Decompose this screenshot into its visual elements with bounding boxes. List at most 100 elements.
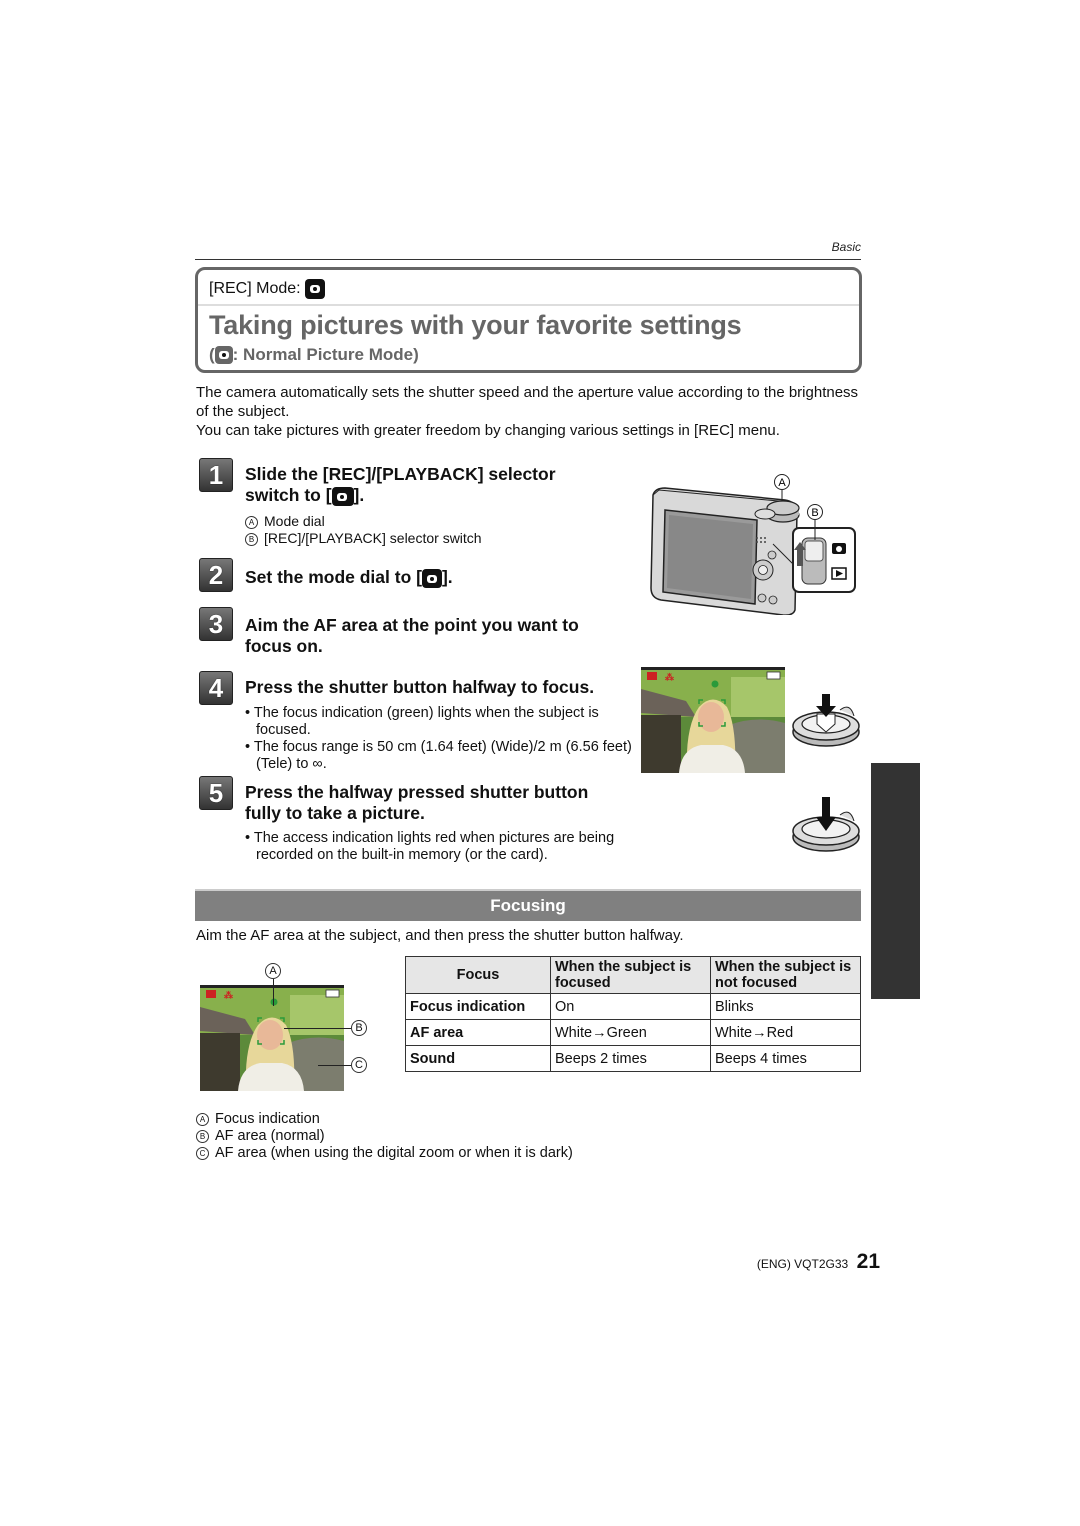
table-cell: Focus indication bbox=[405, 993, 551, 1020]
step-4-badge: 4 bbox=[199, 671, 233, 705]
subtitle-paren: ( bbox=[209, 345, 215, 364]
table-row: Focus indication On Blinks bbox=[405, 993, 861, 1020]
step-1-badge: 1 bbox=[199, 458, 233, 492]
label-b: B bbox=[811, 507, 818, 519]
table-cell: Sound bbox=[405, 1045, 551, 1072]
step-5-badge: 5 bbox=[199, 776, 233, 810]
note-text: [REC]/[PLAYBACK] selector switch bbox=[264, 530, 482, 546]
page-number: 21 bbox=[856, 1250, 880, 1273]
label-a: A bbox=[778, 477, 786, 489]
page-subtitle: ( : Normal Picture Mode) bbox=[209, 345, 419, 365]
table-row: AF area White→Green White→Red bbox=[405, 1019, 861, 1046]
intro-line-1: The camera automatically sets the shutte… bbox=[196, 384, 859, 420]
step-1-title-post: ]. bbox=[353, 485, 365, 505]
table-cell: On bbox=[550, 993, 711, 1020]
label-b-icon: B bbox=[351, 1020, 367, 1036]
bullet-text: The access indication lights red when pi… bbox=[253, 830, 615, 863]
lcd-preview-photo: ⁂ bbox=[641, 667, 785, 773]
rec-mode-line: [REC] Mode: bbox=[209, 279, 325, 299]
legend-item: B AF area (normal) bbox=[196, 1128, 573, 1145]
label-a-icon: A bbox=[265, 963, 281, 979]
document-code: (ENG) VQT2G33 bbox=[756, 1257, 849, 1271]
battery-icon bbox=[766, 671, 781, 680]
step-4-bullets: • The focus indication (green) lights wh… bbox=[245, 705, 635, 773]
svg-text:⁂: ⁂ bbox=[224, 989, 233, 1000]
lcd-photo-drawing: ⁂ bbox=[641, 667, 785, 773]
step-5-title-line-2: fully to take a picture. bbox=[245, 803, 425, 823]
record-mode-icon bbox=[647, 672, 657, 680]
step-1-title: Slide the [REC]/[PLAYBACK] selector swit… bbox=[245, 464, 556, 506]
normal-picture-mode-icon bbox=[214, 346, 233, 364]
marker-a-icon: A bbox=[245, 516, 258, 529]
intro-line-2: You can take pictures with greater freed… bbox=[196, 422, 780, 439]
step-2-badge: 2 bbox=[199, 558, 233, 592]
focus-photo-drawing: ⁂ bbox=[200, 985, 344, 1091]
legend-text: AF area (normal) bbox=[215, 1128, 325, 1144]
bullet-item: • The access indication lights red when … bbox=[245, 830, 615, 863]
table-header: When the subject is not focused bbox=[710, 956, 861, 994]
step-1-note-a: A Mode dial bbox=[245, 513, 482, 530]
step-3-title: Aim the AF area at the point you want to… bbox=[245, 615, 579, 657]
bullet-item: • The focus indication (green) lights wh… bbox=[245, 705, 599, 738]
normal-picture-mode-icon bbox=[304, 279, 325, 299]
title-box: [REC] Mode: Taking pictures with your fa… bbox=[195, 267, 862, 373]
leader-line-c bbox=[318, 1065, 351, 1066]
page-footer: (ENG) VQT2G33 21 bbox=[740, 1250, 880, 1274]
rec-camera-icon bbox=[331, 486, 354, 506]
focus-indication-icon bbox=[270, 998, 278, 1006]
focus-screen-photo: ⁂ bbox=[200, 985, 344, 1091]
table-row: Sound Beeps 2 times Beeps 4 times bbox=[405, 1045, 861, 1072]
shutter-full-press-illustration bbox=[790, 795, 862, 855]
legend-item: A Focus indication bbox=[196, 1111, 573, 1128]
subtitle-text: : Normal Picture Mode) bbox=[232, 345, 419, 364]
table-cell: Beeps 4 times bbox=[710, 1045, 861, 1072]
table-header: When the subject is focused bbox=[550, 956, 711, 994]
bullet-text: The focus indication (green) lights when… bbox=[253, 705, 599, 738]
step-2-title-post: ]. bbox=[441, 567, 453, 587]
marker-b-icon: B bbox=[196, 1130, 209, 1143]
step-1-notes: A Mode dial B [REC]/[PLAYBACK] selector sw… bbox=[245, 513, 482, 547]
focusing-intro: Aim the AF area at the subject, and then… bbox=[196, 927, 684, 944]
bullet-item: • The focus range is 50 cm (1.64 feet) (… bbox=[245, 739, 632, 772]
title-divider bbox=[198, 304, 859, 306]
step-3-badge: 3 bbox=[199, 607, 233, 641]
marker-c-icon: C bbox=[196, 1147, 209, 1160]
table-header-row: Focus When the subject is focused When t… bbox=[405, 956, 861, 994]
shutter-half-press-illustration bbox=[790, 690, 862, 750]
chapter-tab bbox=[871, 763, 920, 999]
step-3-title-line-2: focus on. bbox=[245, 636, 323, 656]
focus-table: Focus When the subject is focused When t… bbox=[405, 956, 861, 1072]
step-5-title-line-1: Press the halfway pressed shutter button bbox=[245, 782, 589, 802]
label-c-icon: C bbox=[351, 1057, 367, 1073]
focusing-heading: Focusing bbox=[195, 889, 861, 921]
header-rule bbox=[195, 259, 861, 260]
step-1-title-pre: switch to [ bbox=[245, 485, 332, 505]
step-1-note-b: B [REC]/[PLAYBACK] selector switch bbox=[245, 530, 482, 547]
battery-icon bbox=[325, 989, 340, 998]
table-header: Focus bbox=[405, 956, 551, 994]
rec-mode-label: [REC] Mode: bbox=[209, 280, 301, 297]
shutter-full-drawing bbox=[792, 797, 860, 852]
focus-legend: A Focus indication B AF area (normal) C AF … bbox=[196, 1111, 573, 1162]
camera-illustration: A B bbox=[645, 470, 860, 616]
marker-b-icon: B bbox=[245, 533, 258, 546]
section-label: Basic bbox=[831, 240, 861, 254]
step-1-title-line-2: switch to []. bbox=[245, 485, 556, 506]
record-mode-icon bbox=[206, 990, 216, 998]
legend-text: AF area (when using the digital zoom or … bbox=[215, 1145, 573, 1161]
note-text: Mode dial bbox=[264, 513, 325, 529]
step-4-title: Press the shutter button halfway to focu… bbox=[245, 677, 595, 697]
svg-text:⁂: ⁂ bbox=[665, 671, 674, 682]
table-cell: White→Red bbox=[710, 1019, 861, 1046]
focus-indication-icon bbox=[711, 680, 719, 688]
table-cell: AF area bbox=[405, 1019, 551, 1046]
normal-picture-mode-icon bbox=[421, 568, 442, 588]
step-5-title: Press the halfway pressed shutter button… bbox=[245, 782, 588, 824]
step-2-title-pre: Set the mode dial to [ bbox=[245, 567, 422, 587]
step-5-bullets: • The access indication lights red when … bbox=[245, 830, 635, 864]
page-title: Taking pictures with your favorite setti… bbox=[209, 310, 742, 340]
table-cell: Blinks bbox=[710, 993, 861, 1020]
table-cell: Beeps 2 times bbox=[550, 1045, 711, 1072]
table-cell: White→Green bbox=[550, 1019, 711, 1046]
intro-text: The camera automatically sets the shutte… bbox=[196, 383, 866, 440]
